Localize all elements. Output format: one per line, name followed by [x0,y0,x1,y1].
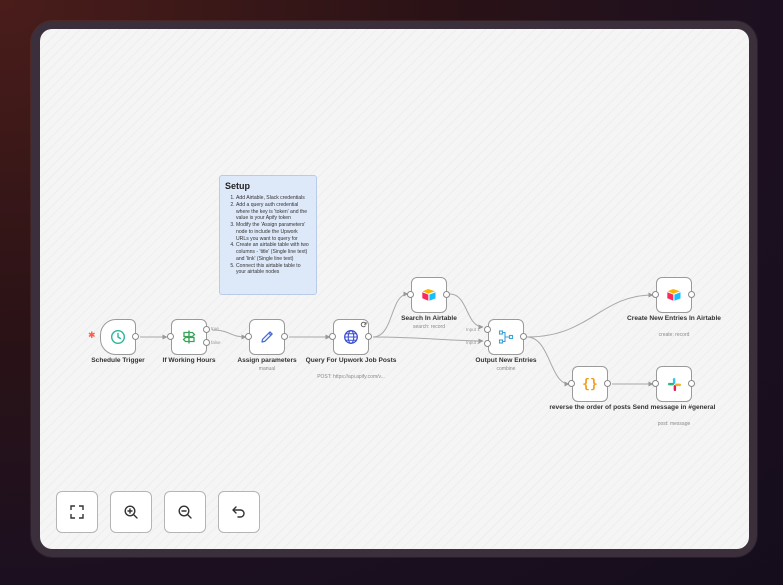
zoom-out-icon [178,505,192,519]
signpost-icon [182,330,196,344]
node-slack-message[interactable] [656,366,692,402]
input-port[interactable] [329,333,336,340]
zoom-in-icon [124,505,138,519]
port-label-false: false [211,340,221,345]
node-search-airtable[interactable] [411,277,447,313]
zoom-in-button[interactable] [110,491,152,533]
airtable-icon [422,289,436,301]
output-port[interactable] [443,291,450,298]
fit-view-button[interactable] [56,491,98,533]
airtable-icon [667,289,681,301]
node-schedule-trigger[interactable] [100,319,136,355]
output-port[interactable] [688,291,695,298]
port-label-input-1: Input 1 [466,327,480,332]
setup-sticky-note[interactable]: Setup Add Airtable, Slack credentials Ad… [219,175,317,295]
note-step: Modify the 'Assign parameters' node to i… [236,222,311,242]
node-subtitle: manual [258,366,276,372]
output-port-true[interactable] [203,326,210,333]
output-port[interactable] [688,380,695,387]
note-step: Add Airtable, Slack credentials [236,195,311,202]
node-assign-parameters[interactable] [249,319,285,355]
input-port[interactable] [407,291,414,298]
output-port[interactable] [520,333,527,340]
node-subtitle: combine [496,366,516,372]
merge-icon [498,330,514,344]
node-create-airtable[interactable] [656,277,692,313]
input-port[interactable] [652,380,659,387]
pen-icon [261,331,273,343]
code-braces-icon: {} [582,376,598,392]
input-port[interactable] [245,333,252,340]
sync-icon [360,321,367,328]
clock-icon [110,329,126,345]
port-label-input-2: Input 2 [466,340,480,345]
node-output-new-entries[interactable] [488,319,524,355]
node-subtitle: create: record [658,332,690,338]
note-step: Create an airtable table with two column… [236,242,311,262]
node-label: Send message in #general [632,404,716,411]
zoom-out-button[interactable] [164,491,206,533]
wire-hours-assign [211,329,247,340]
slack-icon [667,377,681,391]
node-if-working-hours[interactable] [171,319,207,355]
note-step: Add a query auth credential where the ke… [236,202,311,222]
input-port[interactable] [568,380,575,387]
node-label: Query For Upwork Job Posts [305,357,397,364]
connections [140,291,654,387]
output-port[interactable] [365,333,372,340]
input-port[interactable] [652,291,659,298]
port-label-true: true [211,326,219,331]
node-label: Output New Entries [475,357,537,364]
output-port[interactable] [281,333,288,340]
note-title: Setup [225,181,251,191]
input-port[interactable] [167,333,174,340]
input-port-1[interactable] [484,326,491,333]
globe-icon [344,330,358,344]
note-steps: Add Airtable, Slack credentials Add a qu… [225,195,311,276]
output-port[interactable] [604,380,611,387]
trigger-bolt-icon: ✱ [88,330,96,340]
note-step: Connect this airtable table to your airt… [236,263,311,277]
output-port[interactable] [132,333,139,340]
node-reverse-order[interactable]: {} [572,366,608,402]
input-port-2[interactable] [484,340,491,347]
undo-icon [232,506,245,518]
node-label: Search In Airtable [401,315,457,322]
fullscreen-icon [70,505,84,519]
workflow-canvas[interactable]: Setup Add Airtable, Slack credentials Ad… [40,29,749,549]
node-subtitle: post: message [657,421,691,427]
node-label: Create New Entries In Airtable [627,315,721,322]
undo-button[interactable] [218,491,260,533]
node-subtitle: POST: https://api.apify.com/v... [317,374,385,380]
output-port-false[interactable] [203,339,210,346]
